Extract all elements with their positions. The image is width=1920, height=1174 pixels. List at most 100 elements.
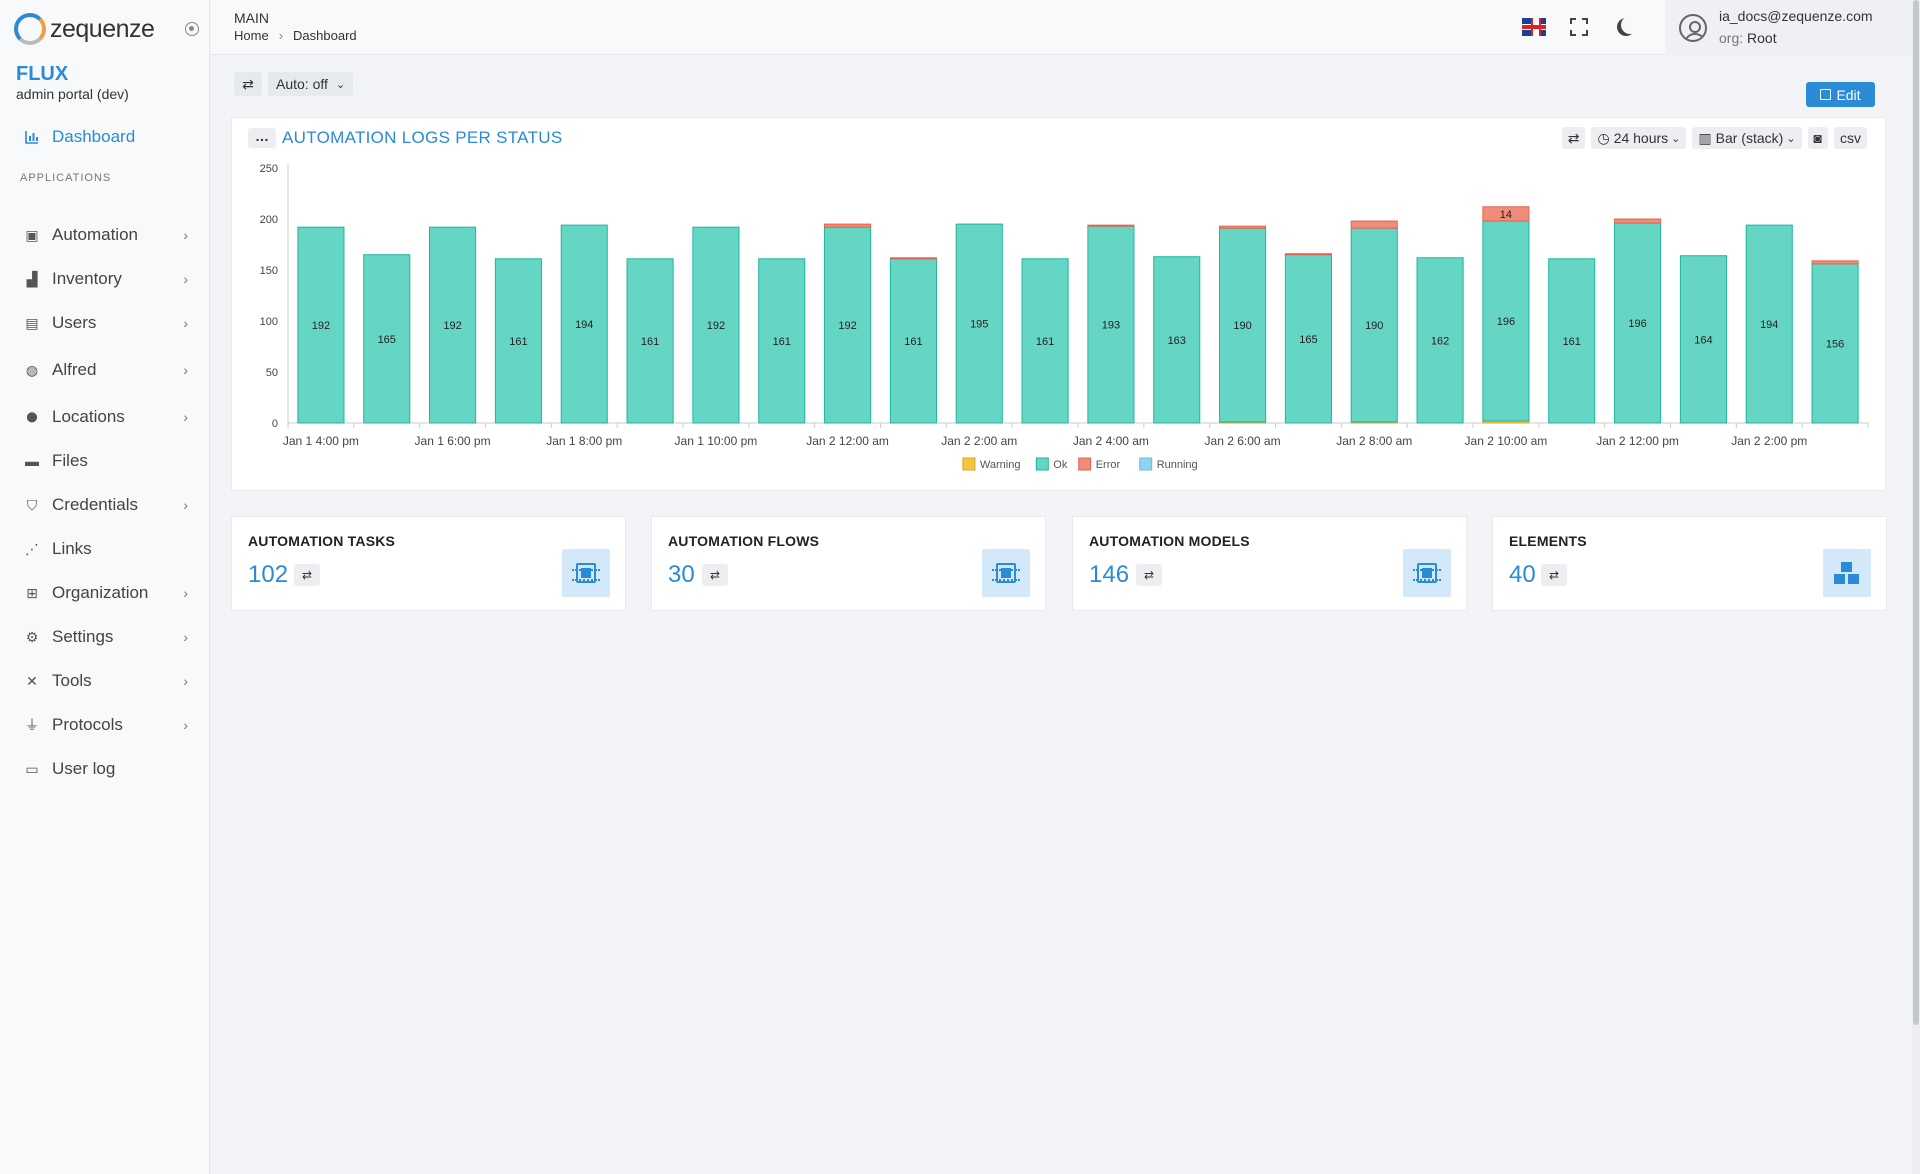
bar-data-label: 161 (904, 336, 922, 348)
edit-button[interactable]: Edit (1806, 82, 1875, 107)
logo-text: zequenze (50, 14, 155, 43)
screenshot-button[interactable]: ◙ (1807, 127, 1828, 149)
card-automation-flows[interactable]: AUTOMATION FLOWS 30 ⇄ (651, 516, 1046, 611)
chevron-right-icon: › (183, 717, 188, 733)
uk-flag-icon[interactable] (1522, 18, 1546, 36)
legend-label-running: Running (1157, 459, 1198, 471)
breadcrumb: Home › Dashboard (234, 28, 357, 43)
bar-data-label: 163 (1168, 335, 1186, 347)
x-tick-label: Jan 1 6:00 pm (415, 434, 491, 448)
sidebar-item-organization[interactable]: ⊞ Organization › (0, 579, 210, 607)
bar-data-label: 192 (838, 320, 856, 332)
bar-data-label: 165 (378, 334, 396, 346)
sidebar-item-user-log[interactable]: ▭ User log (0, 755, 210, 783)
card-icon (562, 549, 610, 597)
user-org: org: Root (1719, 30, 1777, 46)
card-title: ELEMENTS (1509, 533, 1587, 549)
legend-label-ok: Ok (1053, 459, 1068, 471)
dark-mode-moon-icon[interactable] (1621, 16, 1639, 34)
edit-button-label: Edit (1836, 86, 1861, 103)
csv-label: csv (1840, 130, 1861, 146)
card-value: 40 (1509, 561, 1536, 588)
bar-data-label: 161 (641, 336, 659, 348)
bar-data-label: 193 (1102, 320, 1120, 332)
user-menu[interactable]: ia_docs@zequenze.com org: Root (1665, 0, 1920, 55)
breadcrumb-home[interactable]: Home (234, 28, 269, 43)
bar-data-label: 192 (312, 320, 330, 332)
time-range-dropdown[interactable]: ◷ 24 hours ⌄ (1591, 127, 1687, 149)
csv-button[interactable]: csv (1834, 127, 1867, 149)
sidebar-item-credentials[interactable]: ⛉ Credentials › (0, 491, 210, 519)
card-refresh-button[interactable]: ⇄ (702, 564, 728, 586)
card-refresh-button[interactable]: ⇄ (1541, 564, 1567, 586)
brand-subtitle: admin portal (dev) (16, 86, 129, 102)
chart-type-dropdown[interactable]: ▥ Bar (stack) ⌄ (1692, 127, 1802, 149)
chevron-right-icon: › (183, 629, 188, 645)
sidebar-item-locations[interactable]: ⬤ Locations › (0, 403, 210, 431)
sidebar-section-label: APPLICATIONS (20, 172, 112, 184)
card-icon (1403, 549, 1451, 597)
x-tick-label: Jan 2 6:00 am (1205, 434, 1281, 448)
sidebar-item-automation[interactable]: ▣ Automation › (0, 221, 210, 249)
sidebar-item-files[interactable]: ▬ Files (0, 447, 210, 475)
x-tick-label: Jan 1 10:00 pm (675, 434, 758, 448)
auto-refresh-dropdown[interactable]: Auto: off ⌄ (268, 72, 354, 96)
bar-error (1087, 224, 1135, 227)
chevron-right-icon: › (183, 497, 188, 513)
y-tick-label: 200 (260, 214, 278, 226)
y-tick-label: 250 (260, 163, 278, 175)
sidebar-item-dashboard[interactable]: Dashboard (0, 124, 210, 150)
chip-icon: ▣ (25, 226, 39, 243)
share-icon: ⋰ (25, 540, 39, 557)
x-tick-label: Jan 2 2:00 am (941, 434, 1017, 448)
sidebar: zequenze FLUX admin portal (dev) Dashboa… (0, 0, 210, 1174)
sidebar-item-settings[interactable]: ⚙ Settings › (0, 623, 210, 651)
chevron-right-icon: › (183, 315, 188, 331)
pin-sidebar-icon[interactable] (185, 22, 199, 36)
chevron-right-icon: › (183, 227, 188, 243)
bar-data-label: 194 (575, 319, 593, 331)
card-elements[interactable]: ELEMENTS 40 ⇄ (1492, 516, 1887, 611)
refresh-button[interactable]: ⇄ (234, 72, 262, 96)
logo[interactable]: zequenze (14, 13, 199, 45)
sidebar-item-label: Dashboard (52, 127, 136, 146)
y-tick-label: 100 (260, 316, 278, 328)
sidebar-item-users[interactable]: ▤ Users › (0, 309, 210, 337)
chevron-right-icon: › (183, 585, 188, 601)
x-tick-label: Jan 1 8:00 pm (546, 434, 622, 448)
card-refresh-button[interactable]: ⇄ (294, 564, 320, 586)
fullscreen-icon[interactable] (1569, 17, 1591, 39)
bar-data-label: 156 (1826, 338, 1844, 350)
sidebar-item-label: Links (52, 539, 92, 558)
sidebar-item-inventory[interactable]: ▟ Inventory › (0, 265, 210, 293)
header-section: MAIN (234, 10, 269, 26)
chip-icon (1413, 563, 1441, 583)
chip-icon (572, 563, 600, 583)
panel-menu-button[interactable]: … (248, 128, 276, 148)
edit-icon (1820, 89, 1832, 100)
card-automation-tasks[interactable]: AUTOMATION TASKS 102 ⇄ (231, 516, 626, 611)
panel-controls: ⇄ ◷ 24 hours ⌄ ▥ Bar (stack) ⌄ ◙ csv (1561, 127, 1867, 149)
refresh-icon: ⇄ (242, 75, 254, 92)
bar-error (1219, 225, 1267, 229)
card-automation-models[interactable]: AUTOMATION MODELS 146 ⇄ (1072, 516, 1467, 611)
panel-refresh-button[interactable]: ⇄ (1561, 127, 1586, 149)
x-tick-label: Jan 2 8:00 am (1336, 434, 1412, 448)
card-value: 102 (248, 561, 289, 588)
chevron-right-icon: › (183, 271, 188, 287)
card-value: 146 (1089, 561, 1130, 588)
sidebar-item-alfred[interactable]: ◍ Alfred › (0, 356, 210, 384)
sidebar-item-label: Alfred (52, 360, 97, 379)
sidebar-item-protocols[interactable]: ⏚ Protocols › (0, 711, 210, 739)
y-tick-label: 0 (272, 418, 278, 430)
bar-data-label: 164 (1694, 334, 1712, 346)
auto-refresh-label: Auto: off (276, 76, 328, 92)
sidebar-item-links[interactable]: ⋰ Links (0, 535, 210, 563)
page-scrollbar-thumb[interactable] (1913, 0, 1919, 1025)
sitemap-icon: ⊞ (26, 584, 38, 601)
card-refresh-button[interactable]: ⇄ (1136, 564, 1162, 586)
bar-error (1811, 260, 1859, 265)
tools-icon: ✕ (26, 672, 38, 689)
chevron-right-icon: › (183, 409, 188, 425)
sidebar-item-tools[interactable]: ✕ Tools › (0, 667, 210, 695)
